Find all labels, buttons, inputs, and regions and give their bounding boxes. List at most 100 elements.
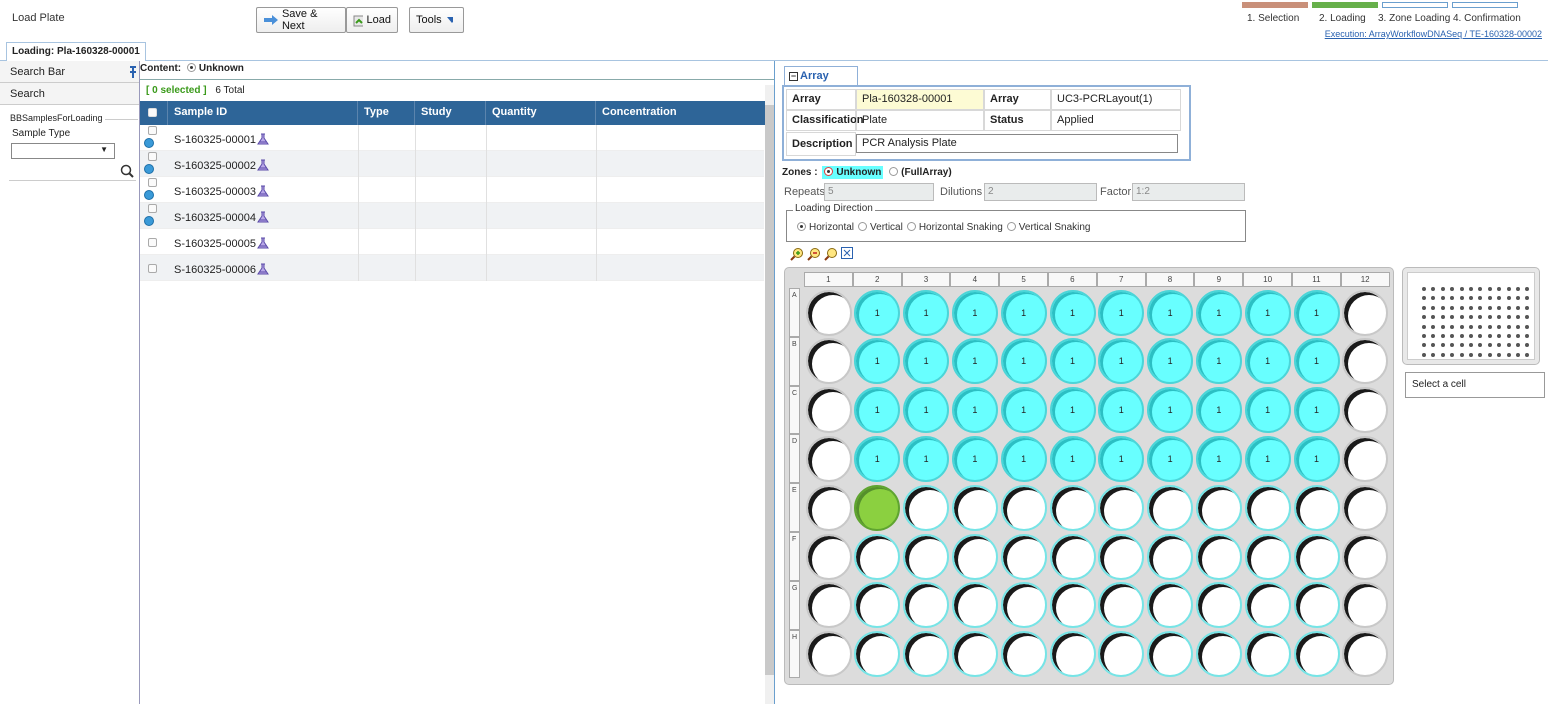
well-A5[interactable]: 1 [1000,289,1047,336]
scrollbar-thumb[interactable] [765,105,774,675]
well-A3[interactable]: 1 [903,289,950,336]
well-G11[interactable] [1293,582,1340,629]
well-A8[interactable]: 1 [1147,289,1194,336]
well-D9[interactable]: 1 [1195,435,1242,482]
save-next-button[interactable]: Save & Next [256,7,346,33]
well-B9[interactable]: 1 [1195,338,1242,385]
column-header[interactable]: 7 [1096,272,1146,287]
well-E7[interactable] [1098,484,1145,531]
well-D11[interactable]: 1 [1293,435,1340,482]
well-C3[interactable]: 1 [903,387,950,434]
well-B3[interactable]: 1 [903,338,950,385]
row-header[interactable]: D [789,434,800,484]
well-A12[interactable] [1342,289,1389,336]
search-icon[interactable] [120,164,134,178]
well-B11[interactable]: 1 [1293,338,1340,385]
well-B6[interactable]: 1 [1049,338,1096,385]
well-H1[interactable] [805,631,852,678]
well-C8[interactable]: 1 [1147,387,1194,434]
sample-type-select[interactable]: ▼ [11,143,115,159]
well-F4[interactable] [951,533,998,580]
well-H11[interactable] [1293,631,1340,678]
zone-full[interactable]: (FullArray) [889,167,952,178]
well-G5[interactable] [1000,582,1047,629]
well-B12[interactable] [1342,338,1389,385]
row-checkbox[interactable] [148,264,157,273]
col-quantity[interactable]: Quantity [486,101,596,125]
column-header[interactable]: 4 [950,272,1000,287]
well-G4[interactable] [951,582,998,629]
radio-button[interactable] [858,222,868,231]
well-E5[interactable] [1000,484,1047,531]
row-checkbox[interactable] [148,152,157,161]
zone-unknown[interactable]: Unknown [822,166,884,179]
well-A2[interactable]: 1 [854,289,901,336]
well-E2[interactable] [854,484,901,531]
well-E3[interactable] [903,484,950,531]
column-header[interactable]: 2 [852,272,902,287]
factor-field[interactable]: 1:2 [1132,183,1245,201]
collapse-icon[interactable]: − [789,72,798,81]
loading-direction-vertical-snaking[interactable]: Vertical Snaking [1006,222,1090,233]
loading-direction-vertical[interactable]: Vertical [858,222,903,233]
well-C9[interactable]: 1 [1195,387,1242,434]
well-G2[interactable] [854,582,901,629]
table-row[interactable]: S-160325-00005 [140,229,764,255]
well-F8[interactable] [1147,533,1194,580]
well-C1[interactable] [805,387,852,434]
zoom-in-icon[interactable] [790,247,804,261]
well-A10[interactable]: 1 [1244,289,1291,336]
well-B1[interactable] [805,338,852,385]
row-checkbox[interactable] [148,238,157,247]
array-section-tab[interactable]: − Array [784,66,858,86]
well-D2[interactable]: 1 [854,435,901,482]
column-header[interactable]: 8 [1145,272,1195,287]
well-E12[interactable] [1342,484,1389,531]
zoom-out-icon[interactable] [807,247,821,261]
table-scrollbar[interactable] [765,85,774,704]
column-header[interactable]: 12 [1340,272,1390,287]
row-header[interactable]: E [789,483,800,532]
well-D8[interactable]: 1 [1147,435,1194,482]
zone-unknown-radio[interactable] [824,167,834,176]
radio-button[interactable] [1006,222,1016,231]
row-checkbox[interactable] [148,178,157,187]
well-C7[interactable]: 1 [1098,387,1145,434]
well-C2[interactable]: 1 [854,387,901,434]
plate-overview[interactable] [1402,267,1540,365]
column-header[interactable]: 9 [1194,272,1244,287]
row-header[interactable]: B [789,336,800,386]
content-radio[interactable] [186,63,196,72]
radio-button[interactable] [906,222,916,231]
repeats-field[interactable]: 5 [824,183,934,201]
col-type[interactable]: Type [358,101,415,125]
well-A4[interactable]: 1 [951,289,998,336]
radio-button[interactable] [797,222,806,231]
column-header[interactable]: 10 [1243,272,1292,287]
well-C11[interactable]: 1 [1293,387,1340,434]
well-C12[interactable] [1342,387,1389,434]
well-D7[interactable]: 1 [1098,435,1145,482]
well-A1[interactable] [805,289,852,336]
well-F11[interactable] [1293,533,1340,580]
well-H4[interactable] [951,631,998,678]
column-header[interactable]: 1 [804,272,853,287]
row-header[interactable]: F [789,532,800,581]
col-concentration[interactable]: Concentration [596,101,774,125]
zone-full-radio[interactable] [889,167,899,176]
well-C4[interactable]: 1 [951,387,998,434]
well-G9[interactable] [1195,582,1242,629]
well-C5[interactable]: 1 [1000,387,1047,434]
well-F10[interactable] [1244,533,1291,580]
well-H5[interactable] [1000,631,1047,678]
well-F2[interactable] [854,533,901,580]
well-D5[interactable]: 1 [1000,435,1047,482]
well-D3[interactable]: 1 [903,435,950,482]
pin-icon[interactable] [129,66,137,78]
well-C10[interactable]: 1 [1244,387,1291,434]
well-D10[interactable]: 1 [1244,435,1291,482]
well-D6[interactable]: 1 [1049,435,1096,482]
column-header[interactable]: 3 [901,272,951,287]
well-B7[interactable]: 1 [1098,338,1145,385]
well-D4[interactable]: 1 [951,435,998,482]
